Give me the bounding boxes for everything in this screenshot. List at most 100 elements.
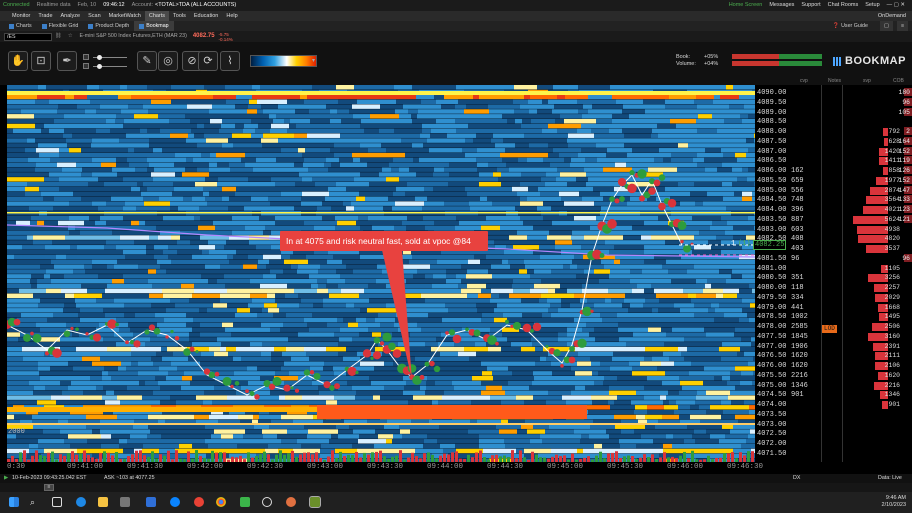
heatmap-cell (144, 201, 170, 206)
tab-analyze[interactable]: Analyze (57, 11, 85, 21)
heatmap-cell (580, 206, 601, 211)
heatmap-cell (99, 312, 105, 318)
tab-charts[interactable]: Charts (144, 11, 170, 21)
chart-icon[interactable]: ⌇ (220, 51, 240, 71)
user-guide-link[interactable]: User Guide (841, 21, 868, 31)
volume-bar (743, 455, 746, 462)
subtab-product-depth[interactable]: Product Depth (83, 21, 134, 31)
heatmap-cell (212, 400, 245, 405)
tab-monitor[interactable]: Monitor (8, 11, 34, 21)
subtab-charts[interactable]: Charts (4, 21, 37, 31)
ruler-icon[interactable]: ◎ (158, 51, 178, 71)
star-icon[interactable]: ☆ (68, 31, 73, 42)
edge-icon[interactable] (76, 497, 86, 507)
heatmap-cell (40, 376, 61, 381)
mail-icon[interactable] (120, 497, 130, 507)
replay-icon[interactable]: ⟳ (198, 51, 218, 71)
heatmap-cell (717, 385, 735, 391)
window-controls[interactable]: — ▢ ✕ (887, 0, 905, 11)
heatmap-cell (645, 346, 678, 352)
file-explorer-icon[interactable] (98, 497, 108, 507)
ladder-price: 4089.50 (757, 98, 787, 107)
chevron-down-icon[interactable]: ▾ (312, 57, 315, 64)
chat-rooms-link[interactable]: Chat Rooms (828, 0, 859, 11)
system-clock[interactable]: 9:46 AM 2/10/2023 (882, 495, 906, 509)
heatmap-cell (672, 274, 701, 279)
heatmap-cell (264, 186, 278, 192)
heatmap-cell (7, 439, 38, 444)
tab-marketwatch[interactable]: MarketWatch (105, 11, 145, 21)
tab-tools[interactable]: Tools (169, 11, 190, 21)
heatmap-cell (654, 274, 672, 279)
heatmap-cell (123, 215, 151, 221)
app-icon[interactable] (194, 497, 204, 507)
maximize-button[interactable]: ▢ (879, 21, 893, 31)
heatmap-color-scale[interactable] (250, 55, 317, 67)
heatmap-cell (183, 196, 192, 201)
pencil-icon[interactable]: ✎ (137, 51, 157, 71)
search-icon[interactable]: ⌕ (30, 497, 40, 507)
heatmap-cell (356, 390, 377, 395)
store-icon[interactable] (146, 497, 156, 507)
heatmap-cell (58, 104, 77, 109)
app-icon[interactable] (240, 497, 250, 507)
app-icon[interactable] (170, 497, 180, 507)
ondemand-button[interactable]: OnDemand (878, 11, 912, 21)
heatmap-cell (581, 123, 592, 129)
heatmap-cell (454, 133, 476, 138)
subtab-bookmap[interactable]: Bookmap (134, 21, 174, 31)
pin-icon[interactable]: ✒ (57, 51, 77, 71)
subtab-label: Flexible Grid (48, 23, 79, 29)
heatmap-cell (347, 298, 355, 303)
heatmap-cell (679, 414, 690, 420)
hand-icon[interactable]: ✋ (8, 51, 28, 71)
thinkorswim-icon[interactable] (309, 496, 321, 508)
heatmap-cell (623, 235, 641, 240)
heatmap-cell (242, 186, 264, 192)
heatmap-cell (742, 118, 750, 124)
tab-education[interactable]: Education (190, 11, 222, 21)
heatmap-cell (521, 298, 539, 303)
menu-button[interactable]: ≡ (896, 21, 908, 31)
heatmap-cell (636, 414, 645, 420)
heatmap-cell (507, 118, 515, 124)
heatmap-cell (301, 298, 323, 303)
slider-thumb[interactable] (97, 64, 102, 69)
account-selector[interactable]: <TOTAL>TDA (ALL ACCOUNTS) (155, 0, 236, 11)
heatmap-cell (608, 288, 632, 294)
home-screen-link[interactable]: Home Screen (729, 0, 763, 11)
heatmap-cell (193, 317, 199, 323)
panel-menu-button[interactable]: ≡ (44, 484, 54, 491)
subtab-flexible-grid[interactable]: Flexible Grid (37, 21, 84, 31)
setup-link[interactable]: Setup (865, 0, 879, 11)
ladder-price: 4075.50 (757, 371, 787, 380)
slider-thumb[interactable] (97, 55, 102, 60)
heatmap-cell (243, 128, 255, 134)
messages-link[interactable]: Messages (769, 0, 794, 11)
heatmap-cell (636, 264, 662, 269)
crosshair-icon[interactable]: ⊡ (31, 51, 51, 71)
heatmap-cell (163, 206, 170, 211)
app-icon[interactable] (286, 497, 296, 507)
tab-help[interactable]: Help (222, 11, 241, 21)
heatmap-cell (467, 293, 478, 298)
app-icon[interactable] (262, 497, 272, 507)
heatmap-cell (224, 245, 256, 250)
heatmap-cell (601, 206, 633, 211)
heatmap-cell (457, 395, 473, 400)
heatmap-cell (581, 245, 614, 250)
trade-bubble (577, 338, 587, 348)
heatmap-cell (546, 400, 566, 405)
tab-scan[interactable]: Scan (84, 11, 105, 21)
symbol-input[interactable] (4, 32, 52, 41)
tab-trade[interactable]: Trade (34, 11, 56, 21)
heatmap-cell (281, 148, 298, 153)
windows-start-icon[interactable] (9, 497, 19, 507)
task-view-icon[interactable] (52, 497, 62, 507)
support-link[interactable]: Support (801, 0, 820, 11)
heatmap-cell (174, 162, 187, 168)
link-icon[interactable]: ⛓ (55, 31, 62, 42)
heatmap-cell (502, 259, 508, 265)
zoom-sliders[interactable] (83, 52, 133, 70)
chrome-icon[interactable] (216, 497, 226, 507)
